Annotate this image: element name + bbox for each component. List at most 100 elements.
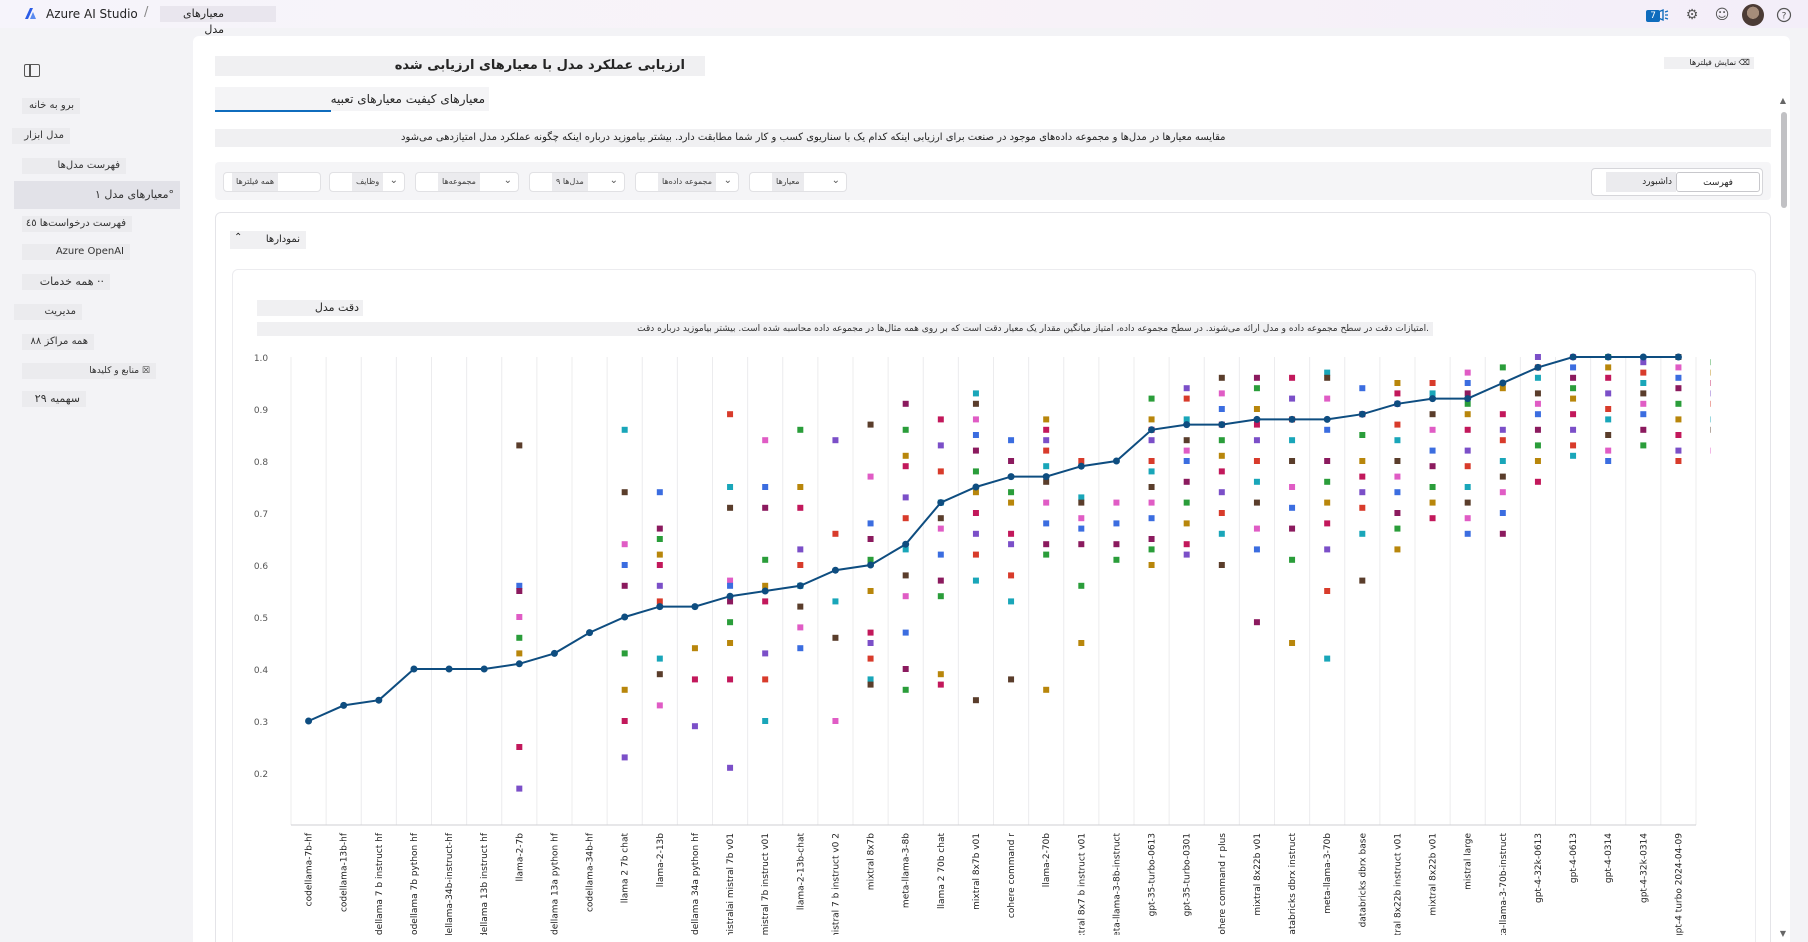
- sidebar-item-all-services[interactable]: همه خدمات ··: [22, 274, 110, 290]
- scroll-up-icon[interactable]: ▲: [1780, 96, 1786, 105]
- scatter-point: [1324, 478, 1331, 485]
- app-name[interactable]: Azure AI Studio: [46, 7, 138, 21]
- azure-logo-icon[interactable]: [24, 7, 37, 20]
- x-tick-label: mistral large: [1464, 833, 1474, 890]
- breadcrumb[interactable]: معیارهای مدل: [160, 6, 276, 36]
- filter-bar: همه فیلترها وظایف ⌄ مجموعه‌ها ⌄ مدل‌ها ۹…: [215, 162, 1771, 200]
- scatter-point: [1640, 400, 1647, 407]
- datasets-dropdown[interactable]: مجموعه داده‌ها ⌄: [635, 172, 739, 192]
- scatter-point: [1394, 546, 1401, 553]
- scatter-point: [1324, 374, 1331, 381]
- tab-quality-benchmarks[interactable]: معیارهای کیفیت معیارهای تعبیه: [215, 87, 489, 111]
- scatter-point: [1043, 520, 1050, 527]
- sidebar-collapse-icon[interactable]: [24, 64, 40, 77]
- scatter-point: [1640, 426, 1647, 433]
- metrics-dropdown[interactable]: معیارها ⌄: [749, 172, 847, 192]
- scatter-point: [621, 541, 628, 548]
- sidebar-item-model-catalog[interactable]: فهرست مدل‌ها: [22, 158, 126, 174]
- scroll-down-icon[interactable]: ▼: [1780, 929, 1786, 938]
- scatter-point: [1394, 458, 1401, 464]
- scatter-point: [1043, 551, 1050, 558]
- x-tick-label: mistral 7b instruct v01: [761, 833, 771, 935]
- view-option-list[interactable]: فهرست: [1676, 172, 1760, 192]
- smiley-icon[interactable]: ☺: [1712, 5, 1732, 25]
- charts-toggle[interactable]: ⌃ نمودارها: [230, 231, 306, 249]
- scatter-point: [867, 588, 874, 594]
- scatter-point: [1183, 478, 1190, 485]
- scatter-point: [937, 671, 944, 678]
- view-option-dashboard[interactable]: داشبورد: [1606, 172, 1676, 192]
- line-point: [902, 540, 910, 548]
- scatter-point: [937, 525, 944, 532]
- line-point: [1393, 400, 1401, 408]
- sidebar-item-quota[interactable]: سهمیه ٢٩: [22, 391, 86, 407]
- scatter-point: [691, 676, 698, 683]
- scatter-point: [867, 681, 874, 688]
- sidebar-item-prompt-catalog[interactable]: فهرست درخواست‌ها ٤٥: [22, 216, 132, 232]
- collections-dropdown[interactable]: مجموعه‌ها ⌄: [415, 172, 519, 192]
- scatter-point: [1464, 515, 1471, 522]
- scatter-point: [1148, 458, 1155, 464]
- scatter-point: [1148, 468, 1155, 475]
- scatter-point: [1394, 473, 1401, 480]
- scatter-point: [1148, 536, 1155, 542]
- scatter-point: [621, 686, 628, 693]
- scatter-point: [1043, 437, 1050, 444]
- line-point: [1499, 379, 1507, 387]
- scatter-point: [1394, 510, 1401, 516]
- x-tick-label: meta-llama-3-70b: [1323, 833, 1333, 914]
- scatter-point: [902, 426, 909, 433]
- x-tick-label: codellama 13b instruct hf: [480, 832, 490, 935]
- sidebar-item-all-hubs[interactable]: همه مراکز ٨٨: [22, 334, 94, 350]
- sidebar-item-azure-openai[interactable]: Azure OpenAI: [22, 244, 130, 260]
- tasks-dropdown[interactable]: وظایف ⌄: [329, 172, 405, 192]
- x-tick-label: codellama-34b-instruct-hf: [445, 832, 455, 935]
- models-dropdown[interactable]: مدل‌ها ۹ ⌄: [529, 172, 625, 192]
- scatter-point: [902, 494, 909, 501]
- scatter-point: [1605, 458, 1612, 464]
- scatter-point: [727, 577, 734, 584]
- scatter-point: [1499, 473, 1506, 480]
- scatter-point: [656, 562, 663, 568]
- scatter-point: [1570, 395, 1577, 402]
- scatter-point: [1148, 416, 1155, 423]
- scatter-point: [1148, 562, 1155, 568]
- line-point: [1183, 421, 1191, 429]
- scrollbar[interactable]: [1781, 112, 1787, 208]
- pin-filters-button[interactable]: نمایش فیلترها ⌫: [1664, 57, 1754, 69]
- gear-icon[interactable]: ⚙: [1682, 5, 1702, 25]
- line-point: [1218, 421, 1226, 429]
- scatter-point: [1324, 499, 1331, 506]
- scatter-point: [1464, 447, 1471, 454]
- scatter-point: [972, 432, 979, 438]
- scatter-point: [516, 614, 523, 620]
- scatter-point: [516, 442, 523, 449]
- all-filters-button[interactable]: همه فیلترها: [223, 172, 321, 192]
- scatter-point: [797, 603, 804, 610]
- sidebar-item-home[interactable]: برو به خانه: [22, 98, 80, 114]
- sidebar-item-resources-keys[interactable]: منابع و کلیدها ☒: [22, 363, 156, 379]
- line-point: [726, 592, 734, 600]
- avatar[interactable]: [1742, 4, 1764, 26]
- scatter-point: [727, 676, 734, 683]
- scatter-point: [1253, 619, 1260, 626]
- sidebar-item-model-benchmarks[interactable]: معیارهای مدل ۱°: [14, 181, 180, 209]
- scatter-point: [1289, 504, 1296, 511]
- scatter-point: [1359, 385, 1366, 392]
- line-point: [656, 603, 664, 611]
- scatter-point: [1499, 411, 1506, 418]
- help-icon[interactable]: ?: [1774, 5, 1794, 25]
- scatter-point: [867, 655, 874, 662]
- line-point: [515, 660, 523, 668]
- sidebar-item-model-tools[interactable]: مدل ابزار: [12, 128, 70, 144]
- scatter-point: [937, 577, 944, 584]
- line-point: [375, 696, 383, 704]
- scatter-point: [1534, 411, 1541, 418]
- scatter-point: [727, 619, 734, 626]
- line-point: [1569, 353, 1577, 361]
- megaphone-icon[interactable]: [1652, 5, 1672, 25]
- scatter-point: [1008, 437, 1015, 444]
- scatter-point: [762, 650, 769, 657]
- scatter-point: [1183, 499, 1190, 506]
- svg-text:?: ?: [1782, 12, 1787, 22]
